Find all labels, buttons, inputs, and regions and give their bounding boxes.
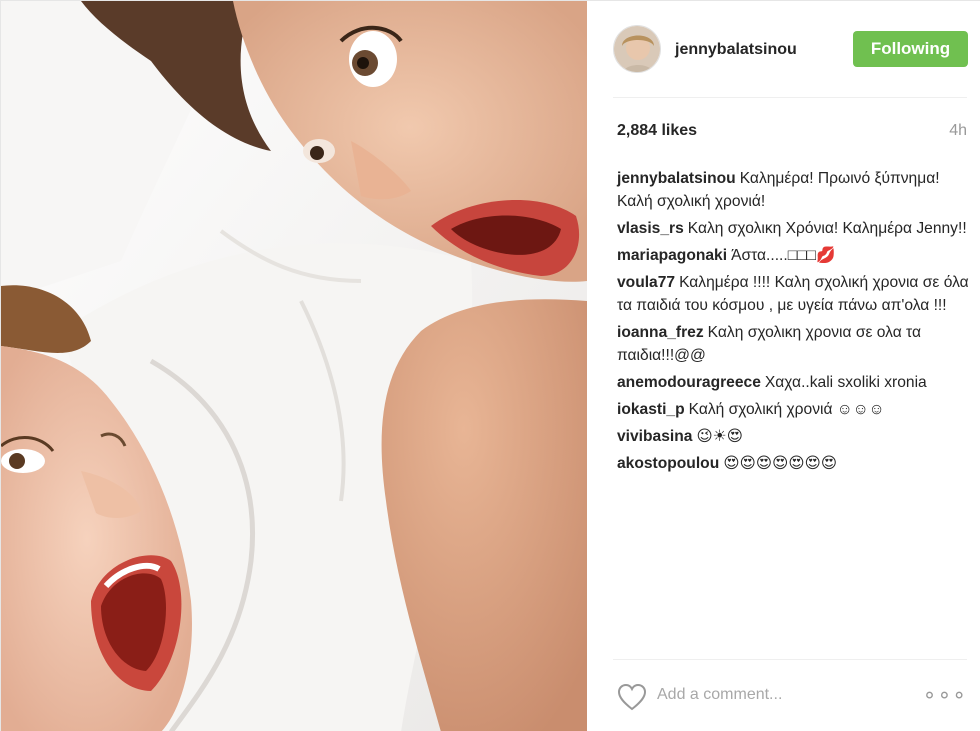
- comment-item: anemodouragreece Χαχα..kali sxoliki xroni…: [617, 371, 969, 394]
- comment-item: ioanna_frez Καλη σχολικη χρονια σε ολα τα…: [617, 321, 969, 367]
- post-username[interactable]: jennybalatsinou: [675, 41, 797, 59]
- comment-text: Καλη σχολικη Χρόνια! Καλημέρα Jenny!!: [687, 220, 967, 237]
- avatar[interactable]: [613, 25, 661, 73]
- comment-item: voula77 Καλημέρα !!!! Καλη σχολική χρονια…: [617, 271, 969, 317]
- comment-item: jennybalatsinou Καλημέρα! Πρωινό ξύπνημα!…: [617, 167, 969, 213]
- add-comment-input[interactable]: Add a comment...: [657, 686, 782, 704]
- comment-username[interactable]: akostopoulou: [617, 455, 719, 472]
- post-header: jennybalatsinou Following: [613, 25, 968, 75]
- photo-image: [1, 1, 587, 731]
- comment-item: akostopoulou 😍😍😍😍😍😍😍: [617, 452, 969, 475]
- comment-username[interactable]: anemodouragreece: [617, 374, 761, 391]
- comment-username[interactable]: mariapagonaki: [617, 247, 727, 264]
- comments-list: jennybalatsinou Καλημέρα! Πρωινό ξύπνημα!…: [617, 167, 969, 479]
- comment-item: vlasis_rs Καλη σχολικη Χρόνια! Καλημέρα J…: [617, 217, 969, 240]
- comment-item: mariapagonaki Άστα.....□□□💋: [617, 244, 969, 267]
- comment-item: iokasti_p Καλή σχολική χρονιά ☺☺☺: [617, 398, 969, 421]
- header-divider: [613, 97, 967, 98]
- avatar-image: [614, 26, 660, 72]
- comment-item: vivibasina 😉☀😍: [617, 425, 969, 448]
- side-panel: jennybalatsinou Following 2,884 likes 4h…: [587, 1, 980, 731]
- comment-username[interactable]: vlasis_rs: [617, 220, 684, 237]
- comment-username[interactable]: iokasti_p: [617, 401, 685, 418]
- comment-username[interactable]: jennybalatsinou: [617, 170, 736, 187]
- comment-username[interactable]: vivibasina: [617, 428, 692, 445]
- instagram-post: jennybalatsinou Following 2,884 likes 4h…: [0, 0, 980, 731]
- footer-divider: [613, 659, 967, 660]
- more-options-icon[interactable]: ∘∘∘: [923, 684, 967, 706]
- comment-username[interactable]: ioanna_frez: [617, 324, 704, 341]
- comment-text: 😍😍😍😍😍😍😍: [723, 455, 838, 472]
- post-photo[interactable]: [1, 1, 587, 731]
- add-comment-bar: Add a comment... ∘∘∘: [613, 677, 967, 717]
- likes-count[interactable]: 2,884 likes: [617, 122, 697, 140]
- following-button[interactable]: Following: [853, 31, 968, 67]
- comment-text: Άστα.....□□□💋: [731, 247, 836, 264]
- comment-text: 😉☀😍: [696, 428, 743, 445]
- heart-icon[interactable]: [617, 683, 647, 711]
- post-timestamp[interactable]: 4h: [949, 122, 967, 140]
- comment-username[interactable]: voula77: [617, 274, 675, 291]
- comment-text: Καλή σχολική χρονιά ☺☺☺: [688, 401, 885, 418]
- comment-text: Χαχα..kali sxoliki xronia: [764, 374, 927, 391]
